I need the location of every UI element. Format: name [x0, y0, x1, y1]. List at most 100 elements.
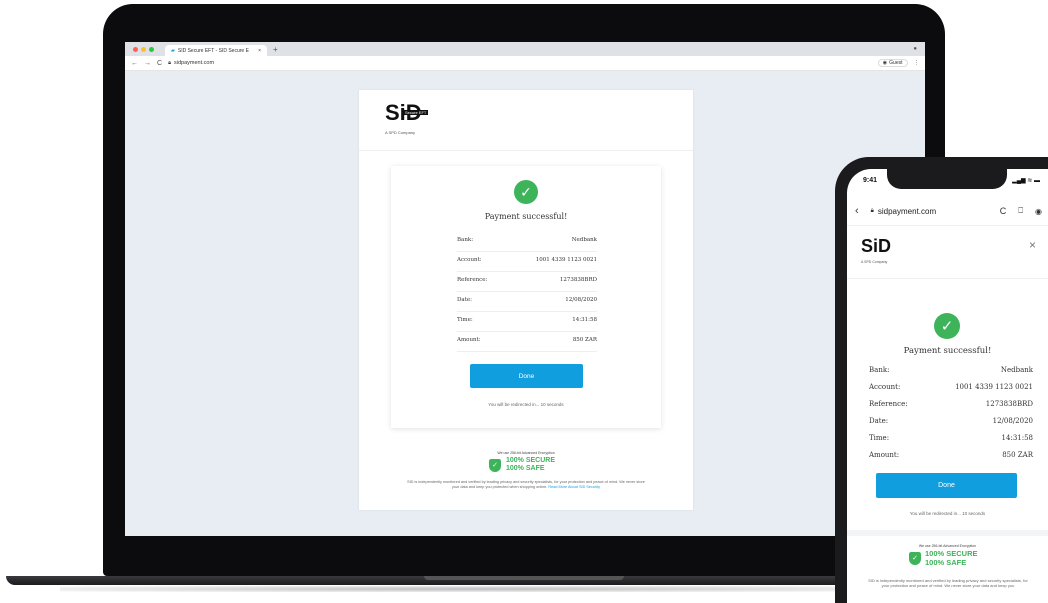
detail-label: Time: [457, 317, 473, 323]
guest-label: Guest [889, 60, 903, 66]
phone-done-button[interactable]: Done [876, 473, 1017, 498]
detail-label: Reference: [457, 277, 488, 283]
phone-redirect-countdown: You will be redirected in... 10 seconds [909, 511, 986, 516]
phone-address-bar: ‹ 🔒︎ sidpayment.com C ⎕ ◉ [847, 197, 1048, 226]
browser-menu-icon[interactable]: ⋮ [914, 60, 920, 66]
url-input[interactable]: 🔒︎ sidpayment.com [168, 60, 872, 67]
redirect-countdown: You will be redirected in... 10 seconds [488, 402, 564, 407]
detail-value: 14:31:58 [572, 317, 597, 323]
phone-row-date: Date: 12/08/2020 [869, 417, 1033, 432]
laptop-mockup: ▰ SID Secure EFT - SID Secure E × + ● ← … [103, 4, 945, 576]
detail-label: Account: [457, 257, 482, 263]
phone-sid-logo: SiD [861, 236, 892, 256]
detail-label: Date: [457, 297, 473, 303]
detail-label: Amount: [457, 337, 481, 343]
laptop-base-notch [424, 576, 624, 580]
status-time: 9:41 [863, 177, 878, 184]
phone-close-icon[interactable]: × [1029, 238, 1036, 252]
reload-icon[interactable]: C [157, 60, 162, 67]
detail-row-amount: Amount: 850 ZAR [457, 337, 597, 352]
lock-icon: 🔒︎ [870, 207, 874, 214]
lock-icon: 🔒︎ [168, 59, 171, 66]
phone-row-bank: Bank: Nedbank [869, 366, 1033, 381]
logo-badge: Secure EFT [403, 110, 429, 115]
window-minimize-dot[interactable] [141, 46, 146, 52]
tab-title: SID Secure EFT - SID Secure E [177, 47, 249, 54]
tab-favicon-icon: ▰ [171, 47, 175, 54]
detail-label: Bank: [457, 237, 474, 243]
detail-value: 1001 4339 1123 0021 [955, 383, 1033, 391]
status-icons: ▂▄▆ ≋ ▬ [1012, 178, 1040, 184]
phone-payment-title: Payment successful! [903, 346, 992, 356]
payment-result-panel: ✓ Payment successful! Bank: Nedbank Acco… [391, 166, 661, 428]
tab-close-icon[interactable]: × [258, 48, 261, 54]
phone-encryption-note: We use 256-bit Advanced Encryption [918, 544, 977, 548]
phone-url-text[interactable]: sidpayment.com [878, 207, 936, 216]
secure-line: 100% SECURE [506, 457, 556, 464]
phone-page: SiD A SPD Company × ✓ Payment successful… [847, 226, 1048, 603]
detail-value: 1273838BRD [559, 277, 597, 283]
page-header: SiD Secure EFT A SPD Company [359, 90, 693, 151]
detail-value: 12/08/2020 [565, 297, 597, 303]
detail-label: Bank: [869, 366, 890, 374]
laptop-screen: ▰ SID Secure EFT - SID Secure E × + ● ← … [125, 42, 925, 536]
detail-value: Nedbank [1000, 366, 1033, 374]
detail-value: 12/08/2020 [992, 417, 1033, 425]
back-icon[interactable]: ‹ [855, 205, 859, 217]
browser-tab-strip: ▰ SID Secure EFT - SID Secure E × + ● [125, 42, 925, 56]
phone-screen: 9:41 ▂▄▆ ≋ ▬ ‹ 🔒︎ sidpayment.com C ⎕ ◉ S… [847, 169, 1048, 603]
window-maximize-dot[interactable] [149, 46, 154, 52]
detail-label: Account: [869, 383, 901, 391]
encryption-note: We use 256-bit Advanced Encryption [497, 451, 555, 455]
phone-row-time: Time: 14:31:58 [869, 434, 1033, 449]
phone-row-reference: Reference: 1273838BRD [869, 400, 1033, 415]
phone-secure-line: 100% SECURE [925, 549, 978, 558]
divider [847, 278, 1048, 279]
done-button[interactable]: Done [470, 364, 583, 388]
phone-safe-line: 100% SAFE [925, 558, 967, 567]
browser-profile-icon[interactable]: ● [913, 46, 917, 52]
profile-icon[interactable]: ◉ [1035, 207, 1042, 216]
phone-row-account: Account: 1001 4339 1123 0021 [869, 383, 1033, 398]
phone-row-amount: Amount: 850 ZAR [869, 451, 1033, 466]
browser-tab[interactable]: ▰ SID Secure EFT - SID Secure E × [165, 45, 267, 56]
payment-title: Payment successful! [484, 212, 568, 221]
detail-row-date: Date: 12/08/2020 [457, 297, 597, 312]
reload-icon[interactable]: C [1000, 206, 1007, 216]
logo-subtitle: A SPD Company [385, 130, 416, 135]
detail-value: 14:31:58 [1001, 434, 1033, 442]
detail-value: 850 ZAR [572, 337, 597, 343]
detail-value: 1001 4339 1123 0021 [535, 257, 597, 263]
detail-value: Nedbank [571, 237, 597, 243]
success-check-icon: ✓ [514, 180, 538, 204]
detail-row-account: Account: 1001 4339 1123 0021 [457, 257, 597, 272]
forward-icon[interactable]: → [144, 60, 151, 67]
phone-logo-subtitle: A SPD Company [861, 260, 888, 264]
person-icon: ◉ [882, 60, 888, 66]
window-close-dot[interactable] [133, 46, 138, 52]
browser-address-bar: ← → C 🔒︎ sidpayment.com ◉ Guest ⋮ [125, 56, 925, 71]
detail-row-bank: Bank: Nedbank [457, 237, 597, 252]
phone-shield-check-icon: ✓ [909, 551, 921, 565]
detail-row-reference: Reference: 1273838BRD [457, 277, 597, 292]
phone-payment-card: SiD A SPD Company × ✓ Payment successful… [847, 226, 1048, 603]
detail-label: Amount: [869, 451, 900, 459]
shield-check-icon: ✓ [489, 458, 501, 472]
safe-line: 100% SAFE [506, 465, 545, 472]
detail-label: Time: [869, 434, 890, 442]
detail-label: Reference: [869, 400, 908, 408]
new-tab-button[interactable]: + [273, 45, 278, 54]
guest-profile-button[interactable]: ◉ Guest [877, 59, 908, 67]
phone-secure-badge: ✓ 100% SECURE 100% SAFE [909, 549, 978, 567]
payment-page-card: SiD Secure EFT A SPD Company ✓ Payment s… [359, 90, 693, 510]
detail-value: 1273838BRD [985, 400, 1033, 408]
section-divider [847, 530, 1048, 536]
security-fine-print: SID is independently monitored and verif… [407, 480, 645, 489]
read-more-link[interactable]: Read More About SID Security [548, 485, 600, 489]
laptop-shadow [60, 586, 880, 592]
phone-notch [887, 169, 1007, 189]
bookmark-icon[interactable]: ⎕ [1018, 206, 1023, 216]
url-text: sidpayment.com [174, 60, 215, 66]
detail-value: 850 ZAR [1002, 451, 1033, 459]
back-icon[interactable]: ← [131, 60, 138, 67]
